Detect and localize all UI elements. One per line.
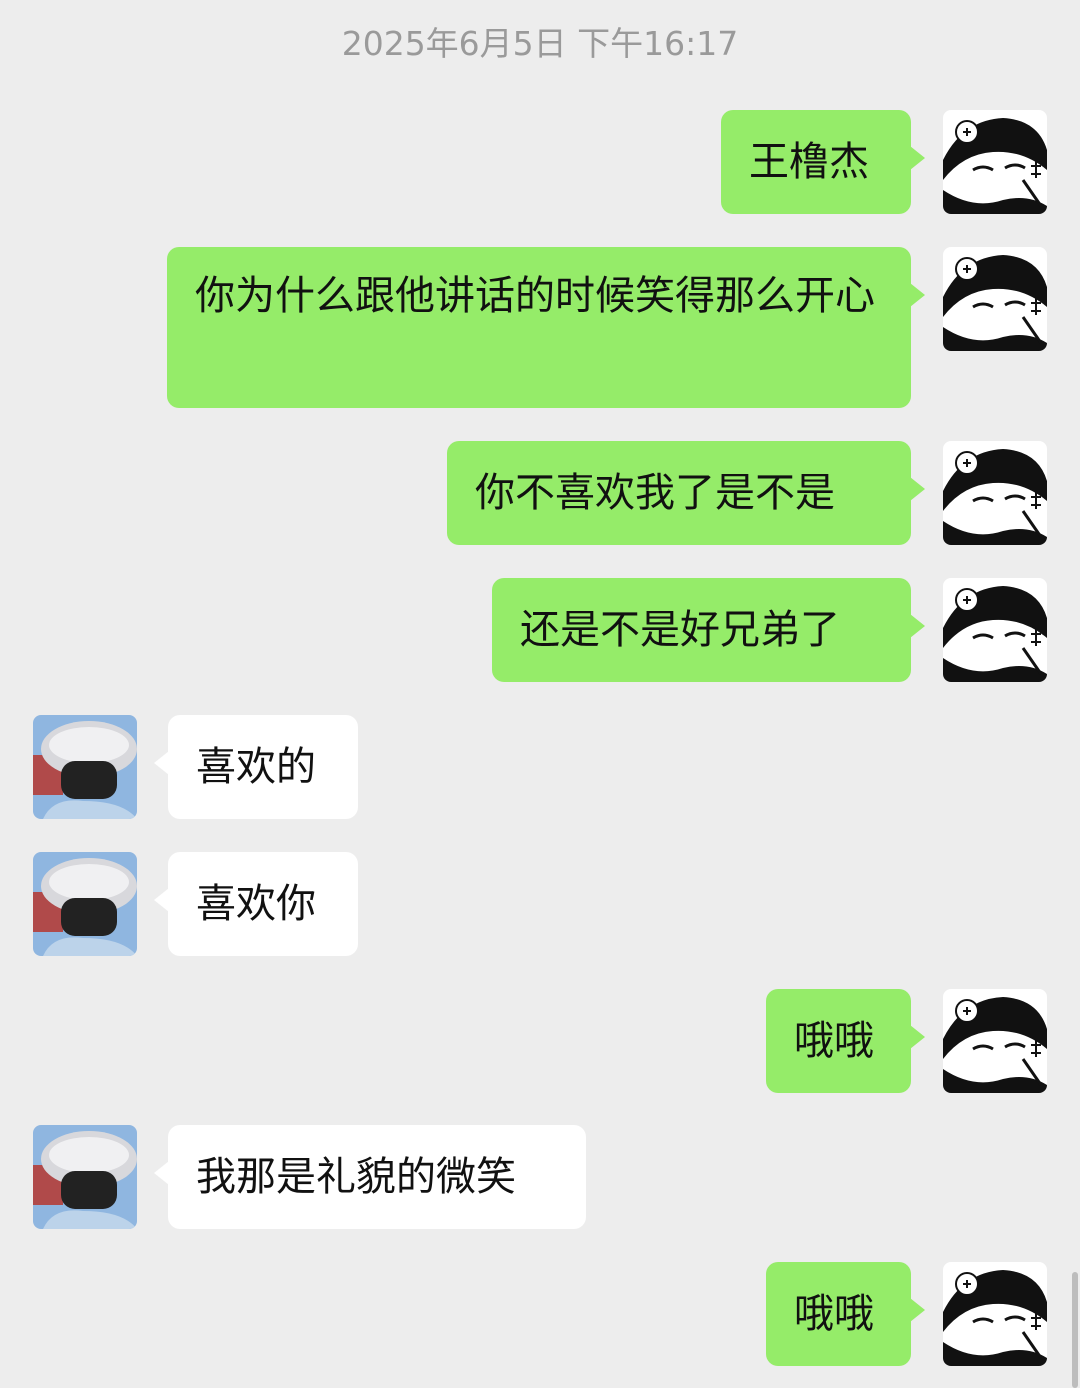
contact-avatar-icon[interactable]: [33, 1125, 137, 1229]
self-avatar-icon[interactable]: [943, 110, 1047, 214]
message-text: 你为什么跟他讲话的时候笑得那么开心: [195, 273, 875, 319]
outgoing-message-bubble[interactable]: 还是不是好兄弟了: [492, 578, 925, 682]
self-avatar-icon[interactable]: [943, 441, 1047, 545]
chat-window: 2025年6月5日 下午16:17 王橹杰 你为什么跟他讲话的时候笑得那么开心: [0, 0, 1080, 1388]
message-text: 你不喜欢我了是不是: [475, 470, 835, 516]
message-text: 哦哦: [794, 1291, 874, 1337]
message-text: 喜欢的: [196, 744, 316, 790]
contact-avatar-icon[interactable]: [33, 715, 137, 819]
incoming-message-bubble[interactable]: 喜欢你: [154, 852, 358, 956]
outgoing-message-bubble[interactable]: 你为什么跟他讲话的时候笑得那么开心: [167, 247, 925, 408]
message-text: 王橹杰: [749, 139, 869, 185]
outgoing-message-bubble[interactable]: 哦哦: [766, 1262, 925, 1366]
incoming-message-bubble[interactable]: 我那是礼貌的微笑: [154, 1125, 586, 1229]
scrollbar[interactable]: [1072, 1272, 1078, 1388]
outgoing-message-bubble[interactable]: 王橹杰: [721, 110, 925, 214]
outgoing-message-bubble[interactable]: 你不喜欢我了是不是: [447, 441, 925, 545]
outgoing-message-bubble[interactable]: 哦哦: [766, 989, 925, 1093]
self-avatar-icon[interactable]: [943, 989, 1047, 1093]
contact-avatar-icon[interactable]: [33, 852, 137, 956]
self-avatar-icon[interactable]: [943, 578, 1047, 682]
message-text: 我那是礼貌的微笑: [196, 1154, 516, 1200]
self-avatar-icon[interactable]: [943, 247, 1047, 351]
message-timestamp: 2025年6月5日 下午16:17: [341, 24, 739, 63]
message-text: 哦哦: [794, 1018, 874, 1064]
self-avatar-icon[interactable]: [943, 1262, 1047, 1366]
message-text: 还是不是好兄弟了: [520, 607, 840, 653]
incoming-message-bubble[interactable]: 喜欢的: [154, 715, 358, 819]
message-text: 喜欢你: [196, 881, 316, 927]
